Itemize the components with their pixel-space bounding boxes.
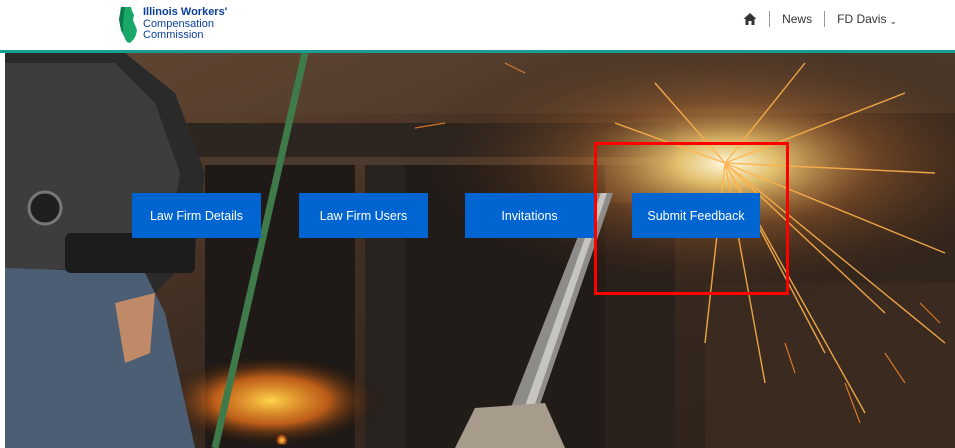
user-name: FD Davis — [837, 12, 887, 26]
illinois-state-icon — [119, 7, 137, 43]
law-firm-details-tile[interactable]: Law Firm Details — [132, 193, 261, 238]
site-header: Illinois Workers' Compensation Commissio… — [0, 0, 955, 50]
site-logo[interactable]: Illinois Workers' Compensation Commissio… — [117, 6, 227, 46]
nav-divider — [769, 11, 771, 27]
nav-divider — [824, 11, 826, 27]
user-menu-button[interactable]: FD Davis ⌄ — [837, 12, 897, 26]
logo-line-3: Commission — [143, 29, 204, 41]
hero-banner: Law Firm Details Law Firm Users Invitati… — [5, 53, 955, 448]
chevron-down-icon: ⌄ — [889, 16, 897, 26]
invitations-tile[interactable]: Invitations — [465, 193, 594, 238]
logo-text: Illinois Workers' Compensation Commissio… — [143, 6, 227, 42]
logo-line-1: Illinois Workers' — [143, 6, 228, 18]
submit-feedback-tile[interactable]: Submit Feedback — [632, 193, 760, 238]
law-firm-users-tile[interactable]: Law Firm Users — [299, 193, 428, 238]
welder-with-sparks-photo — [5, 53, 955, 448]
news-link[interactable]: News — [782, 12, 812, 26]
top-nav: News FD Davis ⌄ — [743, 10, 897, 28]
home-icon[interactable] — [743, 12, 757, 26]
